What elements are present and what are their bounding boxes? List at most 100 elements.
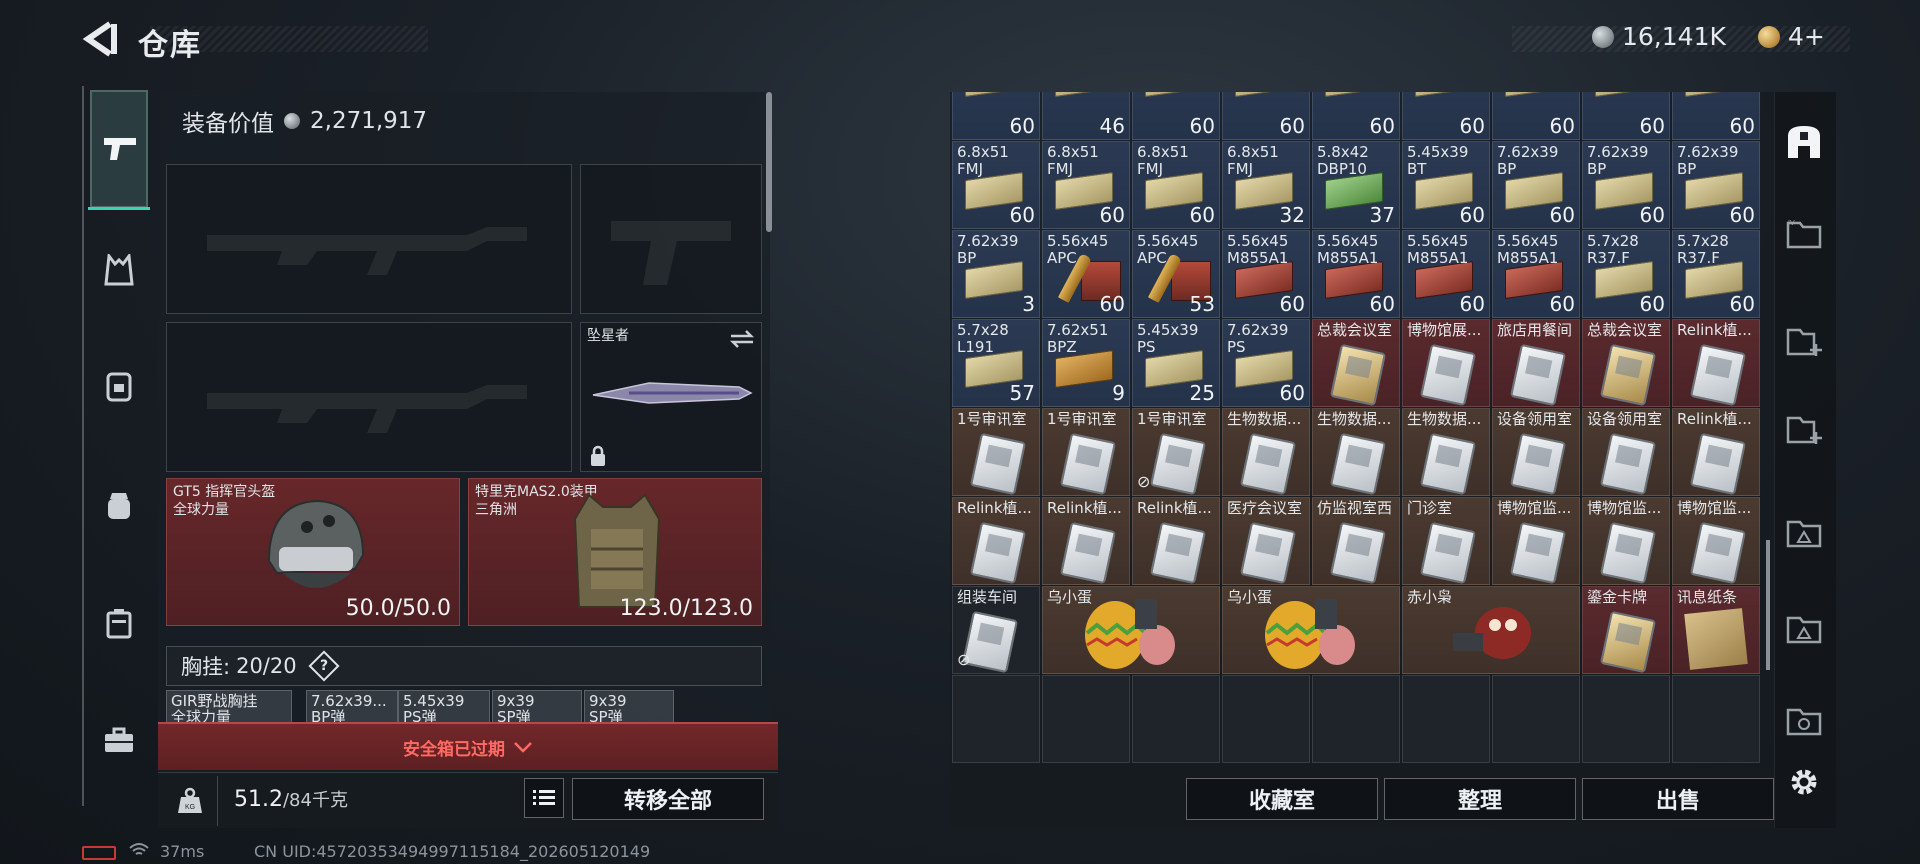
sidebar-container-6[interactable] [1782, 700, 1826, 744]
empty-cell[interactable] [1042, 675, 1130, 763]
collection-room-button[interactable]: 收藏室 [1186, 778, 1378, 820]
inventory-cell[interactable]: 1号审讯室 [1042, 408, 1130, 496]
inventory-cell[interactable]: 总裁会议室 [1312, 319, 1400, 407]
nav-tab-weapons[interactable] [88, 90, 150, 210]
inventory-cell[interactable]: 生物数据... [1312, 408, 1400, 496]
inventory-cell[interactable]: 讯息纸条 [1672, 586, 1760, 674]
inventory-cell[interactable]: 仿监视室西 [1312, 497, 1400, 585]
inventory-cell[interactable]: 组装车间 ⊘ [952, 586, 1040, 674]
primary-weapon-slot[interactable] [166, 164, 572, 314]
inventory-cell[interactable]: 6.8x51 FMJ 60 [1132, 141, 1220, 229]
inventory-cell[interactable]: 7.62x39 BP 60 [1492, 141, 1580, 229]
inventory-cell[interactable]: 7.62x39 BP 60 [1582, 141, 1670, 229]
empty-cell[interactable] [1582, 675, 1670, 763]
inventory-cell[interactable]: 设备领用室 [1492, 408, 1580, 496]
inventory-cell[interactable]: 6.8x51 FMJ 60 [1042, 141, 1130, 229]
inventory-cell[interactable]: 5.56x45 M855A1 60 [1222, 230, 1310, 318]
inventory-cell[interactable]: 6.8x51 FMJ 32 [1222, 141, 1310, 229]
settings-button[interactable] [1782, 760, 1826, 804]
inventory-cell[interactable]: 1号审讯室 ⊘ [1132, 408, 1220, 496]
inventory-cell[interactable]: 60 [1672, 92, 1760, 140]
sidebar-vault[interactable] [1782, 120, 1826, 164]
inventory-cell[interactable]: 医疗会议室 [1222, 497, 1310, 585]
swap-icon[interactable] [729, 329, 755, 349]
inventory-cell[interactable]: 生物数据... [1222, 408, 1310, 496]
inventory-cell[interactable]: 旅店用餐间 [1492, 319, 1580, 407]
inventory-cell[interactable]: 60 [1492, 92, 1580, 140]
nav-tab-vest[interactable] [99, 250, 139, 290]
empty-cell[interactable] [1402, 675, 1490, 763]
empty-cell[interactable] [1132, 675, 1220, 763]
sidebar-container-5[interactable] [1782, 608, 1826, 652]
inventory-cell[interactable]: 5.56x45 M855A1 60 [1492, 230, 1580, 318]
inventory-cell[interactable]: 5.8x42 DBP10 37 [1312, 141, 1400, 229]
inventory-cell[interactable]: 博物馆展... [1402, 319, 1490, 407]
inventory-cell[interactable]: Relink植... [1132, 497, 1220, 585]
inventory-cell[interactable]: 46 [1042, 92, 1130, 140]
sell-button[interactable]: 出售 [1582, 778, 1774, 820]
chest-rig-slot[interactable]: GIR野战胸挂 全球力量 [166, 690, 292, 724]
nav-tab-toolbox[interactable] [99, 720, 139, 760]
inventory-cell[interactable]: 60 [1582, 92, 1670, 140]
chest-rig-row[interactable]: 胸挂: 20/20 ? [166, 646, 762, 686]
inventory-cell[interactable]: 博物馆监... [1582, 497, 1670, 585]
inventory-cell[interactable]: 博物馆监... [1492, 497, 1580, 585]
inventory-cell[interactable]: 7.62x39 PS 60 [1222, 319, 1310, 407]
empty-cell[interactable] [1222, 675, 1310, 763]
empty-cell[interactable] [1312, 675, 1400, 763]
chest-item-slot[interactable]: 9x39 SP弹 [492, 690, 582, 724]
inventory-cell[interactable]: 赤小枭 [1402, 586, 1580, 674]
nav-tab-case[interactable] [99, 603, 139, 643]
inventory-cell[interactable]: 乌小蛋 [1042, 586, 1220, 674]
inventory-cell[interactable]: 5.56x45 APC 60 [1042, 230, 1130, 318]
inventory-cell[interactable]: 1号审讯室 [952, 408, 1040, 496]
nav-tab-pouch[interactable] [99, 485, 139, 525]
equipment-scrollbar[interactable] [766, 92, 772, 232]
inventory-cell[interactable]: 60 [1312, 92, 1400, 140]
inventory-cell[interactable]: 6.8x51 FMJ 60 [952, 141, 1040, 229]
melee-slot[interactable]: 坠星者 [580, 322, 762, 472]
inventory-cell[interactable]: Relink植... [1042, 497, 1130, 585]
list-view-button[interactable] [524, 778, 564, 818]
gold-currency[interactable]: 4+ [1758, 22, 1825, 51]
inventory-cell[interactable]: 设备领用室 [1582, 408, 1670, 496]
chest-item-slot[interactable]: 5.45x39 PS弹 [398, 690, 490, 724]
inventory-cell[interactable]: 5.45x39 PS 25 [1132, 319, 1220, 407]
transfer-all-button[interactable]: 转移全部 [572, 778, 764, 820]
inventory-cell[interactable]: Relink植... [1672, 408, 1760, 496]
inventory-cell[interactable]: 60 [1132, 92, 1220, 140]
inventory-cell[interactable]: 5.56x45 APC 53 [1132, 230, 1220, 318]
inventory-cell[interactable]: 60 [1222, 92, 1310, 140]
empty-cell[interactable] [1492, 675, 1580, 763]
inventory-cell[interactable]: 5.56x45 M855A1 60 [1312, 230, 1400, 318]
inventory-cell[interactable]: 7.62x39 BP 3 [952, 230, 1040, 318]
inventory-cell[interactable]: 60 [1402, 92, 1490, 140]
back-button[interactable] [80, 18, 120, 60]
secondary-weapon-slot[interactable] [166, 322, 572, 472]
inventory-cell[interactable]: 5.7x28 L191 57 [952, 319, 1040, 407]
inventory-cell[interactable]: 5.45x39 BT 60 [1402, 141, 1490, 229]
inventory-cell[interactable]: 门诊室 [1402, 497, 1490, 585]
sidebar-container-2[interactable] [1782, 320, 1826, 364]
inventory-cell[interactable]: 7.62x39 BP 60 [1672, 141, 1760, 229]
safebox-expired-banner[interactable]: 安全箱已过期 [158, 722, 778, 770]
inventory-cell[interactable]: Relink植... [1672, 319, 1760, 407]
chest-item-slot[interactable]: 7.62x39... BP弹 [306, 690, 398, 724]
chest-item-slot[interactable]: 9x39 SP弹 [584, 690, 674, 724]
sidebar-container-4[interactable] [1782, 512, 1826, 556]
inventory-cell[interactable]: 7.62x51 BPZ 9 [1042, 319, 1130, 407]
empty-cell[interactable] [952, 675, 1040, 763]
helmet-slot[interactable]: GT5 指挥官头盔 全球力量 50.0/50.0 [166, 478, 460, 626]
nav-tab-backpack[interactable] [99, 365, 139, 405]
inventory-cell[interactable]: Relink植... [952, 497, 1040, 585]
inventory-cell[interactable]: 博物馆监... [1672, 497, 1760, 585]
sidebar-container-1[interactable]: IV [1782, 212, 1826, 256]
inventory-cell[interactable]: 5.56x45 M855A1 60 [1402, 230, 1490, 318]
sort-button[interactable]: 整理 [1384, 778, 1576, 820]
empty-cell[interactable] [1672, 675, 1760, 763]
pistol-slot[interactable] [580, 164, 762, 314]
inventory-cell[interactable]: 总裁会议室 [1582, 319, 1670, 407]
inventory-cell[interactable]: 5.7x28 R37.F 60 [1582, 230, 1670, 318]
sidebar-container-3[interactable] [1782, 408, 1826, 452]
inventory-cell[interactable]: 乌小蛋 [1222, 586, 1400, 674]
